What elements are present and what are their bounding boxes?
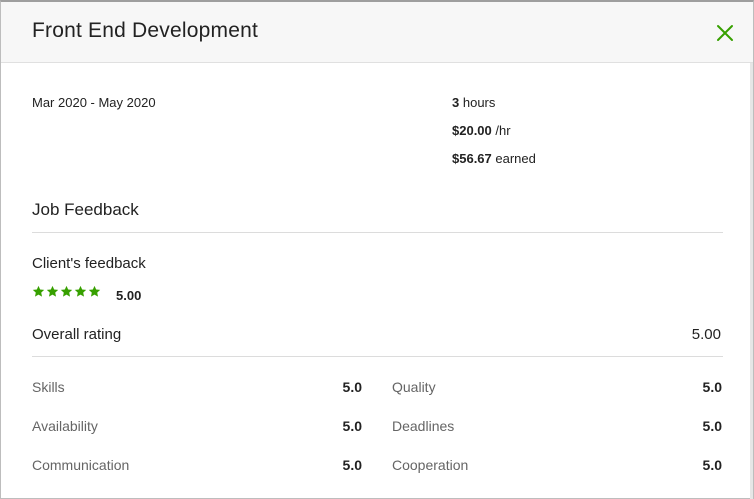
modal-title: Front End Development [32,19,258,42]
overall-rating-value: 5.00 [691,326,721,343]
close-icon[interactable] [714,22,736,44]
modal-header: Front End Development [1,2,753,63]
star-icon [88,285,101,297]
criteria-value-availability: 5.0 [342,418,362,434]
criteria-value-cooperation: 5.0 [702,457,722,473]
criteria-label-quality: Quality [392,379,436,395]
criteria-value-quality: 5.0 [702,379,722,395]
contract-rate: $20.00 /hr [452,123,511,138]
divider [32,356,723,357]
star-rating [32,285,101,298]
hours-value: 3 [452,95,460,110]
client-feedback-label: Client's feedback [32,255,146,272]
overall-rating-label: Overall rating [32,326,122,343]
earned-unit: earned [495,151,536,166]
criteria-value-skills: 5.0 [342,379,362,395]
criteria-label-cooperation: Cooperation [392,457,469,473]
criteria-label-communication: Communication [32,457,130,473]
star-icon [32,285,45,297]
contract-hours: 3 hours [452,95,495,110]
star-rating-score: 5.00 [116,288,142,303]
star-icon [60,285,73,297]
hours-unit: hours [462,95,496,110]
criteria-value-communication: 5.0 [342,457,362,473]
criteria-label-deadlines: Deadlines [392,418,455,434]
earned-value: $56.67 [452,151,492,166]
rate-value: $20.00 [452,123,492,138]
star-icon [46,285,59,297]
divider [32,232,723,233]
rate-unit: /hr [495,123,511,138]
feedback-modal: Front End Development Mar 2020 - May 202… [0,0,754,499]
contract-dates: Mar 2020 - May 2020 [32,95,156,110]
criteria-value-deadlines: 5.0 [702,418,722,434]
contract-earned: $56.67 earned [452,151,536,166]
star-icon [74,285,87,297]
scrollbar[interactable] [750,63,753,499]
section-title-job-feedback: Job Feedback [32,200,139,219]
criteria-label-skills: Skills [32,379,65,395]
criteria-label-availability: Availability [32,418,98,434]
